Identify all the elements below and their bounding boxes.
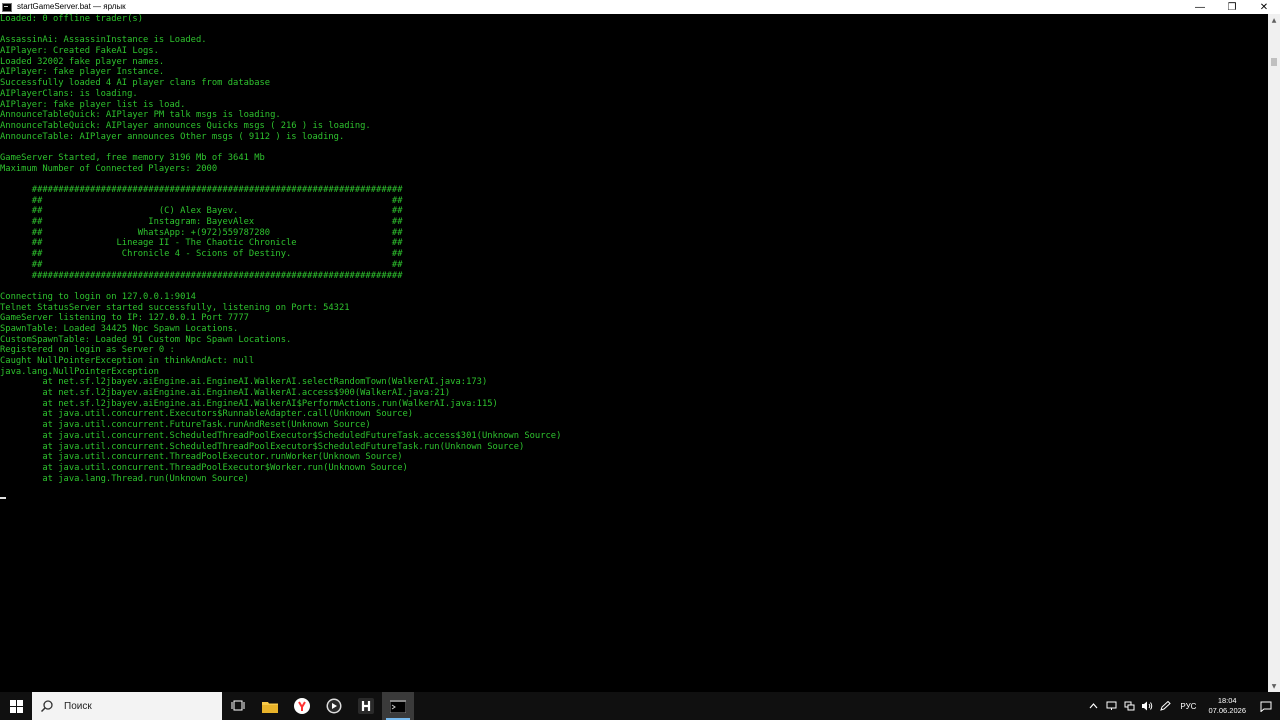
console-line: AnnounceTable: AIPlayer announces Other …	[0, 131, 345, 142]
notifications-button[interactable]	[1252, 692, 1280, 720]
taskbar-search-box[interactable]: Поиск	[32, 692, 222, 720]
console-line: AIPlayer: fake player list is load.	[0, 99, 186, 110]
console-line: ## (C) Alex Bayev. ##	[0, 206, 403, 217]
taskbar-yandex-browser[interactable]	[286, 692, 318, 720]
taskbar: Поиск РУС 18:04 07.06.2026	[0, 692, 1280, 720]
console-line: java.lang.NullPointerException	[0, 366, 159, 377]
notification-icon	[1260, 701, 1272, 712]
minimize-button[interactable]: —	[1184, 0, 1216, 14]
search-placeholder: Поиск	[64, 700, 92, 712]
windows-logo-icon	[9, 699, 23, 713]
console-line: Loaded 32002 fake player names.	[0, 56, 165, 67]
command-prompt-icon	[390, 699, 406, 713]
console-line: Caught NullPointerException in thinkAndA…	[0, 356, 255, 366]
language-indicator[interactable]: РУС	[1180, 702, 1196, 711]
folder-icon	[262, 701, 278, 713]
console-line: ########################################…	[0, 270, 403, 281]
taskbar-file-explorer[interactable]	[254, 692, 286, 720]
console-line: ## Instagram: BayevAlex ##	[0, 217, 403, 228]
console-line: at net.sf.l2jbayev.aiEngine.ai.EngineAI.…	[0, 377, 488, 388]
console-line: Telnet StatusServer started successfully…	[0, 302, 350, 313]
show-hidden-icons-chevron-icon[interactable]	[1086, 692, 1100, 720]
console-line: Registered on login as Server 0 :	[0, 345, 175, 356]
console-output[interactable]: Loaded: 0 offline trader(s) AssassinAi: A…	[0, 14, 1268, 692]
console-line: Maximum Number of Connected Players: 200…	[0, 163, 218, 174]
console-line: at java.util.concurrent.ThreadPoolExecut…	[0, 452, 403, 463]
task-view-icon	[231, 700, 245, 711]
console-line: GameServer listening to IP: 127.0.0.1 Po…	[0, 313, 249, 324]
window-title: startGameServer.bat — ярлык	[17, 2, 126, 11]
taskbar-app-h[interactable]	[350, 692, 382, 720]
scroll-up-arrow-icon[interactable]: ▲	[1268, 14, 1280, 26]
restore-button[interactable]: ❐	[1216, 0, 1248, 14]
console-line: ## WhatsApp: +(972)559787280 ##	[0, 227, 403, 238]
clock-date: 07.06.2026	[1208, 706, 1246, 715]
console-line: at java.util.concurrent.ThreadPoolExecut…	[0, 462, 408, 473]
clock[interactable]: 18:04 07.06.2026	[1208, 696, 1246, 716]
console-line: SpawnTable: Loaded 34425 Npc Spawn Locat…	[0, 323, 239, 334]
taskbar-media-player[interactable]	[318, 692, 350, 720]
scrollbar-thumb[interactable]	[1271, 58, 1277, 66]
console-line: AssassinAi: AssassinInstance is Loaded.	[0, 35, 207, 46]
tray-pen-icon[interactable]	[1158, 692, 1172, 720]
vertical-scrollbar[interactable]: ▲ ▼	[1268, 14, 1280, 692]
console-line: AIPlayer: Created FakeAI Logs.	[0, 46, 159, 57]
console-line: AIPlayer: fake player Instance.	[0, 67, 165, 78]
taskbar-command-prompt[interactable]	[382, 692, 414, 720]
console-line: AnnounceTableQuick: AIPlayer announces Q…	[0, 120, 371, 131]
system-tray: РУС 18:04 07.06.2026	[1084, 692, 1280, 720]
task-view-button[interactable]	[222, 692, 254, 720]
console-line: at java.util.concurrent.Executors$Runnab…	[0, 409, 414, 420]
console-line: AnnounceTableQuick: AIPlayer PM talk msg…	[0, 110, 281, 121]
console-line: at java.util.concurrent.ScheduledThreadP…	[0, 430, 562, 441]
console-line: GameServer Started, free memory 3196 Mb …	[0, 152, 265, 163]
tray-monitor-icon[interactable]	[1104, 692, 1118, 720]
console-line: at java.util.concurrent.ScheduledThreadP…	[0, 441, 525, 452]
console-line: ## Chronicle 4 - Scions of Destiny. ##	[0, 249, 403, 260]
console-line: at java.util.concurrent.FutureTask.runAn…	[0, 420, 371, 431]
search-icon	[40, 700, 53, 713]
title-bar[interactable]: startGameServer.bat — ярлык — ❐ ✕	[0, 0, 1280, 14]
console-line: at net.sf.l2jbayev.aiEngine.ai.EngineAI.…	[0, 398, 498, 409]
text-cursor	[0, 496, 6, 499]
console-line: ## ##	[0, 259, 403, 270]
console-line: Loaded: 0 offline trader(s)	[0, 14, 143, 24]
console-line: at net.sf.l2jbayev.aiEngine.ai.EngineAI.…	[0, 388, 451, 399]
media-player-icon	[326, 698, 342, 714]
start-button[interactable]	[0, 692, 32, 720]
close-button[interactable]: ✕	[1248, 0, 1280, 14]
volume-icon[interactable]	[1140, 692, 1154, 720]
tray-network-icon[interactable]	[1122, 692, 1136, 720]
console-line: ## Lineage II - The Chaotic Chronicle ##	[0, 238, 403, 249]
console-line: CustomSpawnTable: Loaded 91 Custom Npc S…	[0, 334, 292, 345]
yandex-browser-icon	[294, 698, 310, 714]
console-line: ## ##	[0, 195, 403, 206]
console-line: AIPlayerClans: is loading.	[0, 88, 138, 99]
clock-time: 18:04	[1217, 696, 1237, 705]
console-line: Successfully loaded 4 AI player clans fr…	[0, 78, 271, 89]
console-line: ########################################…	[0, 185, 403, 195]
scroll-down-arrow-icon[interactable]: ▼	[1268, 680, 1280, 692]
console-app-icon	[2, 2, 12, 12]
h-app-icon	[358, 698, 374, 714]
console-line: at java.lang.Thread.run(Unknown Source)	[0, 473, 249, 484]
console-line: Connecting to login on 127.0.0.1:9014	[0, 291, 196, 302]
